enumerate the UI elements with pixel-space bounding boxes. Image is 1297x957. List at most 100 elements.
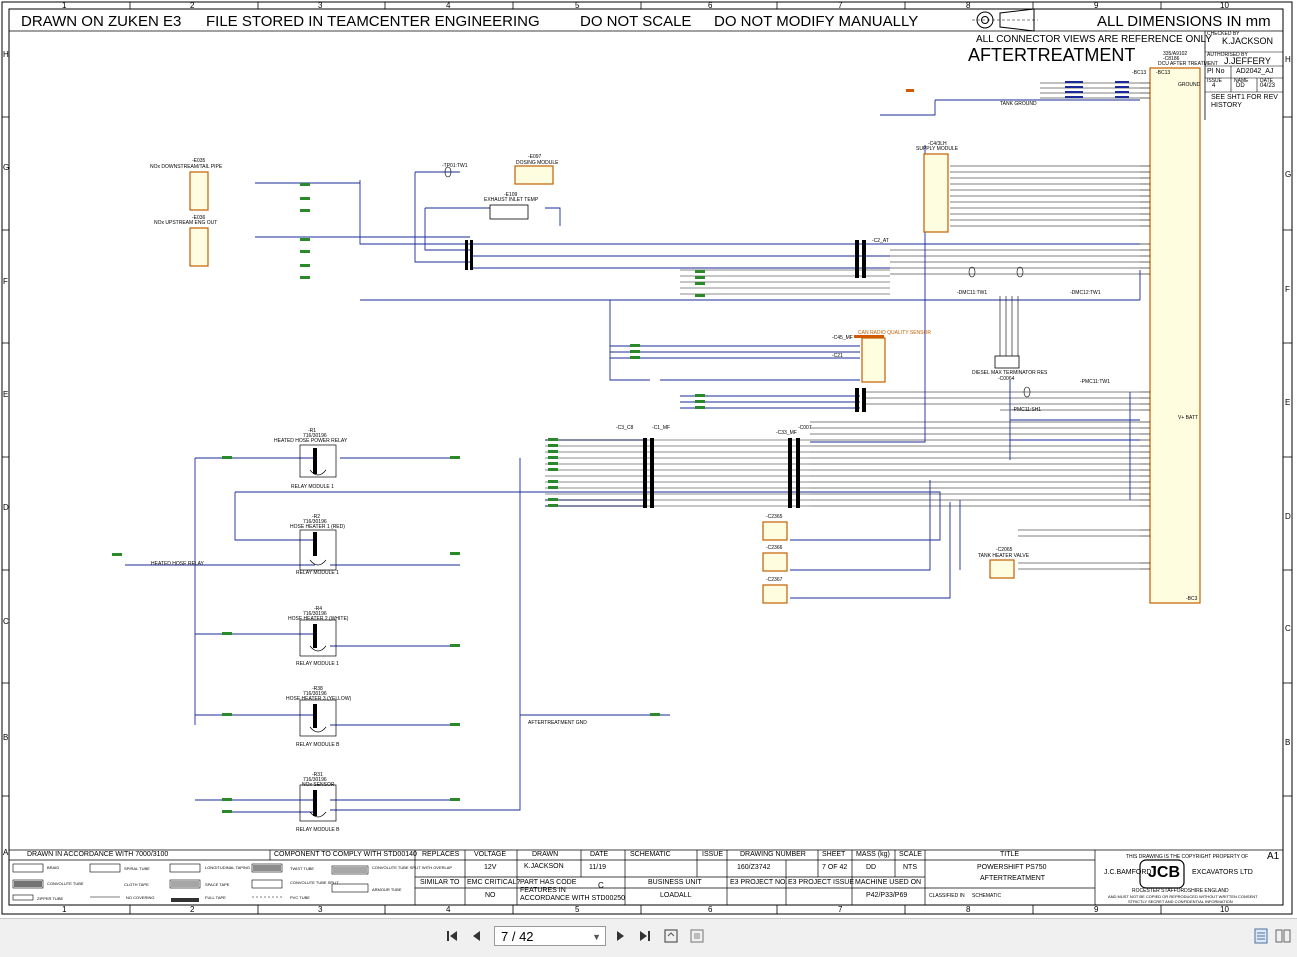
- grid-col-2-bottom: 2: [190, 905, 195, 914]
- emc-value: NO: [485, 892, 496, 899]
- prev-page-icon: [473, 931, 480, 941]
- legend-convolute-split: CONVOLUTE TUBE SPLIT: [290, 880, 339, 885]
- legend-zipper: ZIPPER TUBE: [37, 896, 64, 901]
- prev-page-button[interactable]: [468, 927, 486, 945]
- fit-page-button[interactable]: [662, 927, 680, 945]
- two-page-view-button[interactable]: [1274, 927, 1292, 945]
- grid-col-1-bottom: 1: [62, 905, 67, 914]
- c21-label: -C21: [832, 353, 843, 359]
- machine-value: P42/P33/P69: [866, 892, 908, 899]
- schematic-sheet: 1 2 3 4 5 6 7 8 9 10 1 2 3 4 5 6 7 8 9 1…: [0, 0, 1297, 918]
- heated-hose-relay: HEATED HOSE RELAY: [151, 561, 204, 567]
- part-code-3: ACCORDANCE WITH STD00250: [520, 895, 626, 902]
- sheet-size: A1: [1267, 851, 1280, 862]
- tb-issue-label: ISSUE: [702, 851, 724, 858]
- relay-module-1-c: RELAY MODULE 1: [296, 661, 339, 667]
- pmc2-label: -PMC11:SH1: [1012, 407, 1042, 413]
- hose-heater-1: HOSE HEATER 1 (RED): [290, 524, 345, 530]
- rev-note-1: SEE SHT1 FOR REV: [1211, 94, 1278, 101]
- tank-ground: TANK GROUND: [1000, 101, 1037, 107]
- header-drawn-on: DRAWN ON ZUKEN E3: [21, 13, 182, 30]
- sheet-label: SHEET: [822, 851, 846, 858]
- connector-c1: -C1_MF: [652, 425, 671, 431]
- tank-heater: TANK HEATER VALVE: [978, 553, 1030, 559]
- two-page-view-icon: [1275, 929, 1291, 943]
- page-title: AFTERTREATMENT: [968, 45, 1136, 65]
- legend-cloth: CLOTH TAPE: [124, 882, 149, 887]
- supply-module: SUPPLY MODULE: [916, 146, 959, 152]
- tb-date-label: DATE: [590, 851, 609, 858]
- connector-note: ALL CONNECTOR VIEWS ARE REFERENCE ONLY: [976, 34, 1212, 45]
- ecu-name: DCU AFTER TREATMENT: [1158, 61, 1218, 67]
- exhaust-temp: EXHAUST INLET TEMP: [484, 197, 539, 203]
- grid-row-g-left: G: [3, 163, 10, 172]
- business-unit-label: BUSINESS UNIT: [648, 879, 702, 886]
- grid-col-4-top: 4: [446, 1, 451, 10]
- disclaimer-2: STRICTLY SECRET AND CONFIDENTIAL INFORMA…: [1128, 899, 1233, 904]
- grid-row-d-right: D: [1285, 512, 1291, 521]
- classified-value: SCHEMATIC: [972, 893, 1002, 899]
- next-page-button[interactable]: [611, 927, 629, 945]
- grid-col-6-top: 6: [708, 1, 713, 10]
- dosing-module: DOSING MODULE: [516, 160, 559, 166]
- header-dimensions: ALL DIMENSIONS IN mm: [1097, 13, 1271, 30]
- business-unit: LOADALL: [660, 892, 692, 899]
- authorised-by: J.JEFFERY: [1224, 56, 1271, 66]
- legend-no-covering: NO COVERING: [126, 895, 155, 900]
- legend-convolute: CONVOLUTE TUBE: [47, 881, 84, 886]
- terminator-ref: -C0064: [998, 376, 1015, 382]
- e3-project-no: E3 PROJECT NO.: [730, 879, 788, 886]
- drawing-number-label: DRAWING NUMBER: [740, 851, 806, 858]
- grid-col-4-bottom: 4: [446, 905, 451, 914]
- hose-heater-3: HOSE HEATER 3 (YELLOW): [286, 696, 352, 702]
- fit-width-button[interactable]: [688, 927, 706, 945]
- grid-col-7-top: 7: [838, 1, 843, 10]
- issue-letter: C: [598, 881, 604, 890]
- legend-spiral: SPIRAL TUBE: [124, 866, 150, 871]
- legend-armour: ARMOUR TUBE: [372, 887, 402, 892]
- first-page-button[interactable]: [443, 927, 461, 945]
- dmc1-label: -DMC11:TW1: [957, 290, 988, 296]
- last-page-icon: [640, 931, 650, 941]
- grid-col-3-bottom: 3: [318, 905, 323, 914]
- connector-c33: -C33_MF: [776, 430, 797, 436]
- grid-row-c-left: C: [3, 617, 9, 626]
- fit-width-icon: [690, 929, 704, 943]
- nox-down: NOx DOWNSTREAM/TAIL PIPE: [150, 164, 223, 170]
- last-page-button[interactable]: [636, 927, 654, 945]
- legend-pvc: PVC TUBE: [290, 895, 310, 900]
- grid-row-c-right: C: [1285, 624, 1291, 633]
- legend-convolute-overlap: CONVOLUTE TUBE SPLIT WITH OVERLAP: [372, 865, 453, 870]
- scale-value: NTS: [903, 864, 917, 871]
- c2365-label: -C2365: [766, 514, 783, 520]
- legend-braid: BRAID: [47, 865, 60, 870]
- grid-row-b-left: B: [3, 733, 9, 742]
- rev-note-2: HISTORY: [1211, 102, 1242, 109]
- grid-col-5-bottom: 5: [575, 905, 580, 914]
- grid-row-e-left: E: [3, 390, 9, 399]
- dmc2-label: -DMC12:TW1: [1070, 290, 1101, 296]
- grid-col-10-bottom: 10: [1220, 905, 1229, 914]
- checked-by: K.JACKSON: [1222, 36, 1274, 46]
- tw1-label: -TP01:TW1: [442, 163, 468, 169]
- c2366-label: -C2366: [766, 545, 783, 551]
- grid-row-f-left: F: [3, 277, 8, 286]
- grid-col-10-top: 10: [1220, 1, 1229, 10]
- classified-label: CLASSIFIED IN: [929, 893, 965, 899]
- part-code-1: PART HAS CODE: [520, 879, 577, 886]
- grid-row-b-right: B: [1285, 738, 1291, 747]
- page-selector[interactable]: 7 / 42 ▼: [494, 926, 606, 946]
- title-line-2: AFTERTREATMENT: [980, 875, 1046, 882]
- hose-heater-2: HOSE HEATER 2 (WHITE): [288, 616, 349, 622]
- jcb-logo: JCB: [1148, 864, 1181, 881]
- single-page-view-button[interactable]: [1252, 927, 1270, 945]
- legend-full: FULL TAPE: [205, 895, 226, 900]
- company-right: EXCAVATORS LTD: [1192, 869, 1253, 876]
- can-sensor-ref: -C45_MF: [832, 335, 853, 341]
- pi-no-label: PI No: [1207, 68, 1225, 75]
- grid-col-9-bottom: 9: [1094, 905, 1099, 914]
- connector-c2: -C2_AT: [872, 238, 889, 244]
- voltage-label: VOLTAGE: [474, 851, 507, 858]
- next-page-icon: [617, 931, 624, 941]
- relay-module-b-b: RELAY MODULE B: [296, 827, 340, 833]
